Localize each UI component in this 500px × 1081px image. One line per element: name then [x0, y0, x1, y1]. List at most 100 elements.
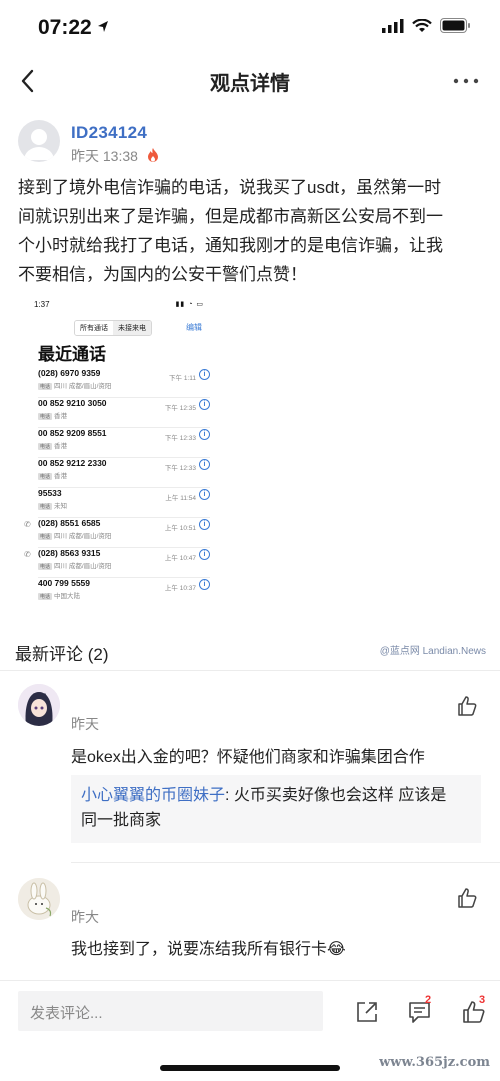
- post-content: 接到了境外电信诈骗的电话，说我买了usdt，虽然第一时 间就识别出来了是诈骗，但…: [18, 173, 486, 289]
- image-title: 最近通话: [38, 345, 106, 364]
- default-avatar-icon: [24, 129, 54, 160]
- call-location-text: 四川 成都/眉山/资阳: [54, 383, 112, 390]
- call-time: 下午 12:35: [164, 405, 196, 412]
- attached-image[interactable]: 1:37 ▮▮ ◔ ▭ 所有通话 未接来电 编辑 最近通话 (028) 6970…: [22, 290, 222, 610]
- call-location: 电话 未知: [38, 500, 67, 510]
- comment-input-placeholder: 发表评论...: [30, 1005, 103, 1022]
- post-line: 间就识别出来了是诈骗，但是成都市高新区公安局不到一: [18, 207, 443, 226]
- call-tag: 电话: [38, 533, 53, 540]
- divider: [0, 980, 500, 981]
- call-tag: 电话: [38, 503, 53, 510]
- call-location: 电话 四川 成都/眉山/资阳: [38, 530, 111, 540]
- author-avatar[interactable]: [18, 120, 60, 162]
- rabbit-avatar-icon: [18, 878, 60, 920]
- post-line: 不要相信，为国内的公安干警们点赞！: [18, 265, 307, 284]
- call-location: 电话 中国大陆: [38, 590, 80, 600]
- call-number: (028) 8551 6585: [38, 518, 101, 528]
- call-row: 400 799 5559 电话 中国大陆 上午 10:37 i: [38, 578, 210, 608]
- wifi-icon: [412, 18, 432, 32]
- image-status-icons: ▮▮ ◔ ▭: [175, 301, 204, 308]
- author-id[interactable]: ID234124: [71, 123, 147, 143]
- commenter-avatar[interactable]: [18, 684, 60, 726]
- like-count-badge: 3: [479, 994, 486, 1006]
- info-icon: i: [199, 369, 210, 380]
- thumbs-up-icon[interactable]: [456, 695, 478, 717]
- call-row: ✆ (028) 8551 6585 电话 四川 成都/眉山/资阳 上午 10:51…: [24, 518, 210, 548]
- hot-fire-icon: [148, 148, 158, 162]
- post-line: 接到了境外电信诈骗的电话，说我买了usdt，虽然第一时: [18, 178, 442, 197]
- image-segmented-control: 所有通话 未接来电: [74, 320, 152, 336]
- more-icon[interactable]: [452, 76, 480, 86]
- home-indicator[interactable]: [160, 1065, 340, 1071]
- reply-text: : 火币买卖好像也会这样 应该是: [225, 787, 447, 804]
- comment-time: 昨天: [71, 716, 99, 732]
- call-row: ✆ (028) 8563 9315 电话 四川 成都/眉山/资阳 上午 10:47…: [24, 548, 210, 578]
- comment-text: 是okex出入金的吧？怀疑他们商家和诈骗集团合作: [71, 749, 425, 766]
- comment-count-badge: 2: [425, 994, 432, 1006]
- anime-avatar-icon: [18, 684, 60, 726]
- reply-quote[interactable]: 小心翼翼的币圈妹子: 火币买卖好像也会这样 应该是 同一批商家: [71, 775, 481, 843]
- comment-input[interactable]: 发表评论...: [18, 991, 323, 1031]
- info-icon: i: [199, 549, 210, 560]
- commenter-avatar[interactable]: [18, 878, 60, 920]
- call-location: 电话 香港: [38, 410, 67, 420]
- call-row: 00 852 9212 2330 电话 香港 下午 12:33 i: [38, 458, 210, 488]
- info-icon: i: [199, 459, 210, 470]
- location-arrow-icon: [98, 21, 108, 32]
- info-icon: i: [199, 519, 210, 530]
- image-edit-label: 编辑: [186, 323, 202, 332]
- call-number: (028) 8563 9315: [38, 548, 101, 558]
- call-location-text: 四川 成都/眉山/资阳: [54, 533, 112, 540]
- call-number: 00 852 9209 8551: [38, 428, 107, 438]
- call-location: 电话 香港: [38, 440, 67, 450]
- comment-time: 昨大: [71, 909, 99, 925]
- battery-icon: [440, 18, 470, 33]
- call-tag: 电话: [38, 593, 53, 600]
- phone-icon: ✆: [24, 520, 31, 529]
- phone-icon: ✆: [24, 550, 31, 559]
- info-icon: i: [199, 429, 210, 440]
- status-time: 07:22: [38, 16, 92, 39]
- call-location-text: 四川 成都/眉山/资阳: [54, 563, 112, 570]
- call-row: 95533 电话 未知 上午 11:54 i: [38, 488, 210, 518]
- divider: [0, 670, 500, 671]
- reply-author[interactable]: 小心翼翼的币圈妹子: [81, 787, 225, 804]
- call-time: 上午 10:47: [164, 555, 196, 562]
- signal-icon: [382, 18, 404, 33]
- call-location-text: 香港: [54, 473, 68, 480]
- page-title: 观点详情: [210, 73, 290, 95]
- call-tag: 电话: [38, 383, 53, 390]
- call-location-text: 香港: [54, 443, 68, 450]
- post-time: 昨天 13:38: [71, 148, 138, 164]
- call-number: 95533: [38, 488, 62, 498]
- call-time: 下午 12:33: [164, 435, 196, 442]
- info-icon: i: [199, 579, 210, 590]
- image-tab-all: 所有通话: [75, 321, 113, 335]
- image-watermark: @蓝点网 Landian.News: [379, 646, 486, 657]
- reply-line: 同一批商家: [81, 812, 162, 829]
- call-row: (028) 6970 9359 电话 四川 成都/眉山/资阳 下午 1:11 i: [38, 368, 210, 398]
- share-icon[interactable]: [354, 999, 380, 1025]
- call-time: 下午 12:33: [164, 465, 196, 472]
- call-tag: 电话: [38, 443, 53, 450]
- thumbs-up-icon[interactable]: [456, 887, 478, 909]
- call-location: 电话 四川 成都/眉山/资阳: [38, 380, 111, 390]
- call-number: 00 852 9212 2330: [38, 458, 107, 468]
- image-status-time: 1:37: [34, 300, 50, 309]
- call-location-text: 中国大陆: [54, 593, 81, 600]
- call-location-text: 未知: [54, 503, 68, 510]
- reply-line: 小心翼翼的币圈妹子: 火币买卖好像也会这样 应该是: [81, 783, 471, 808]
- call-time: 下午 1:11: [169, 375, 196, 382]
- call-number: 00 852 9210 3050: [38, 398, 107, 408]
- call-time: 上午 11:54: [165, 495, 196, 502]
- call-number: (028) 6970 9359: [38, 368, 101, 378]
- call-location-text: 香港: [54, 413, 68, 420]
- call-tag: 电话: [38, 563, 53, 570]
- post-line: 个小时就给我打了电话，通知我刚才的是电信诈骗，让我: [18, 236, 443, 255]
- site-watermark: www.365jz.com: [379, 1055, 490, 1070]
- info-icon: i: [199, 399, 210, 410]
- call-row: 00 852 9210 3050 电话 香港 下午 12:35 i: [38, 398, 210, 428]
- image-tab-missed: 未接来电: [113, 321, 151, 335]
- info-icon: i: [199, 489, 210, 500]
- divider: [71, 862, 500, 863]
